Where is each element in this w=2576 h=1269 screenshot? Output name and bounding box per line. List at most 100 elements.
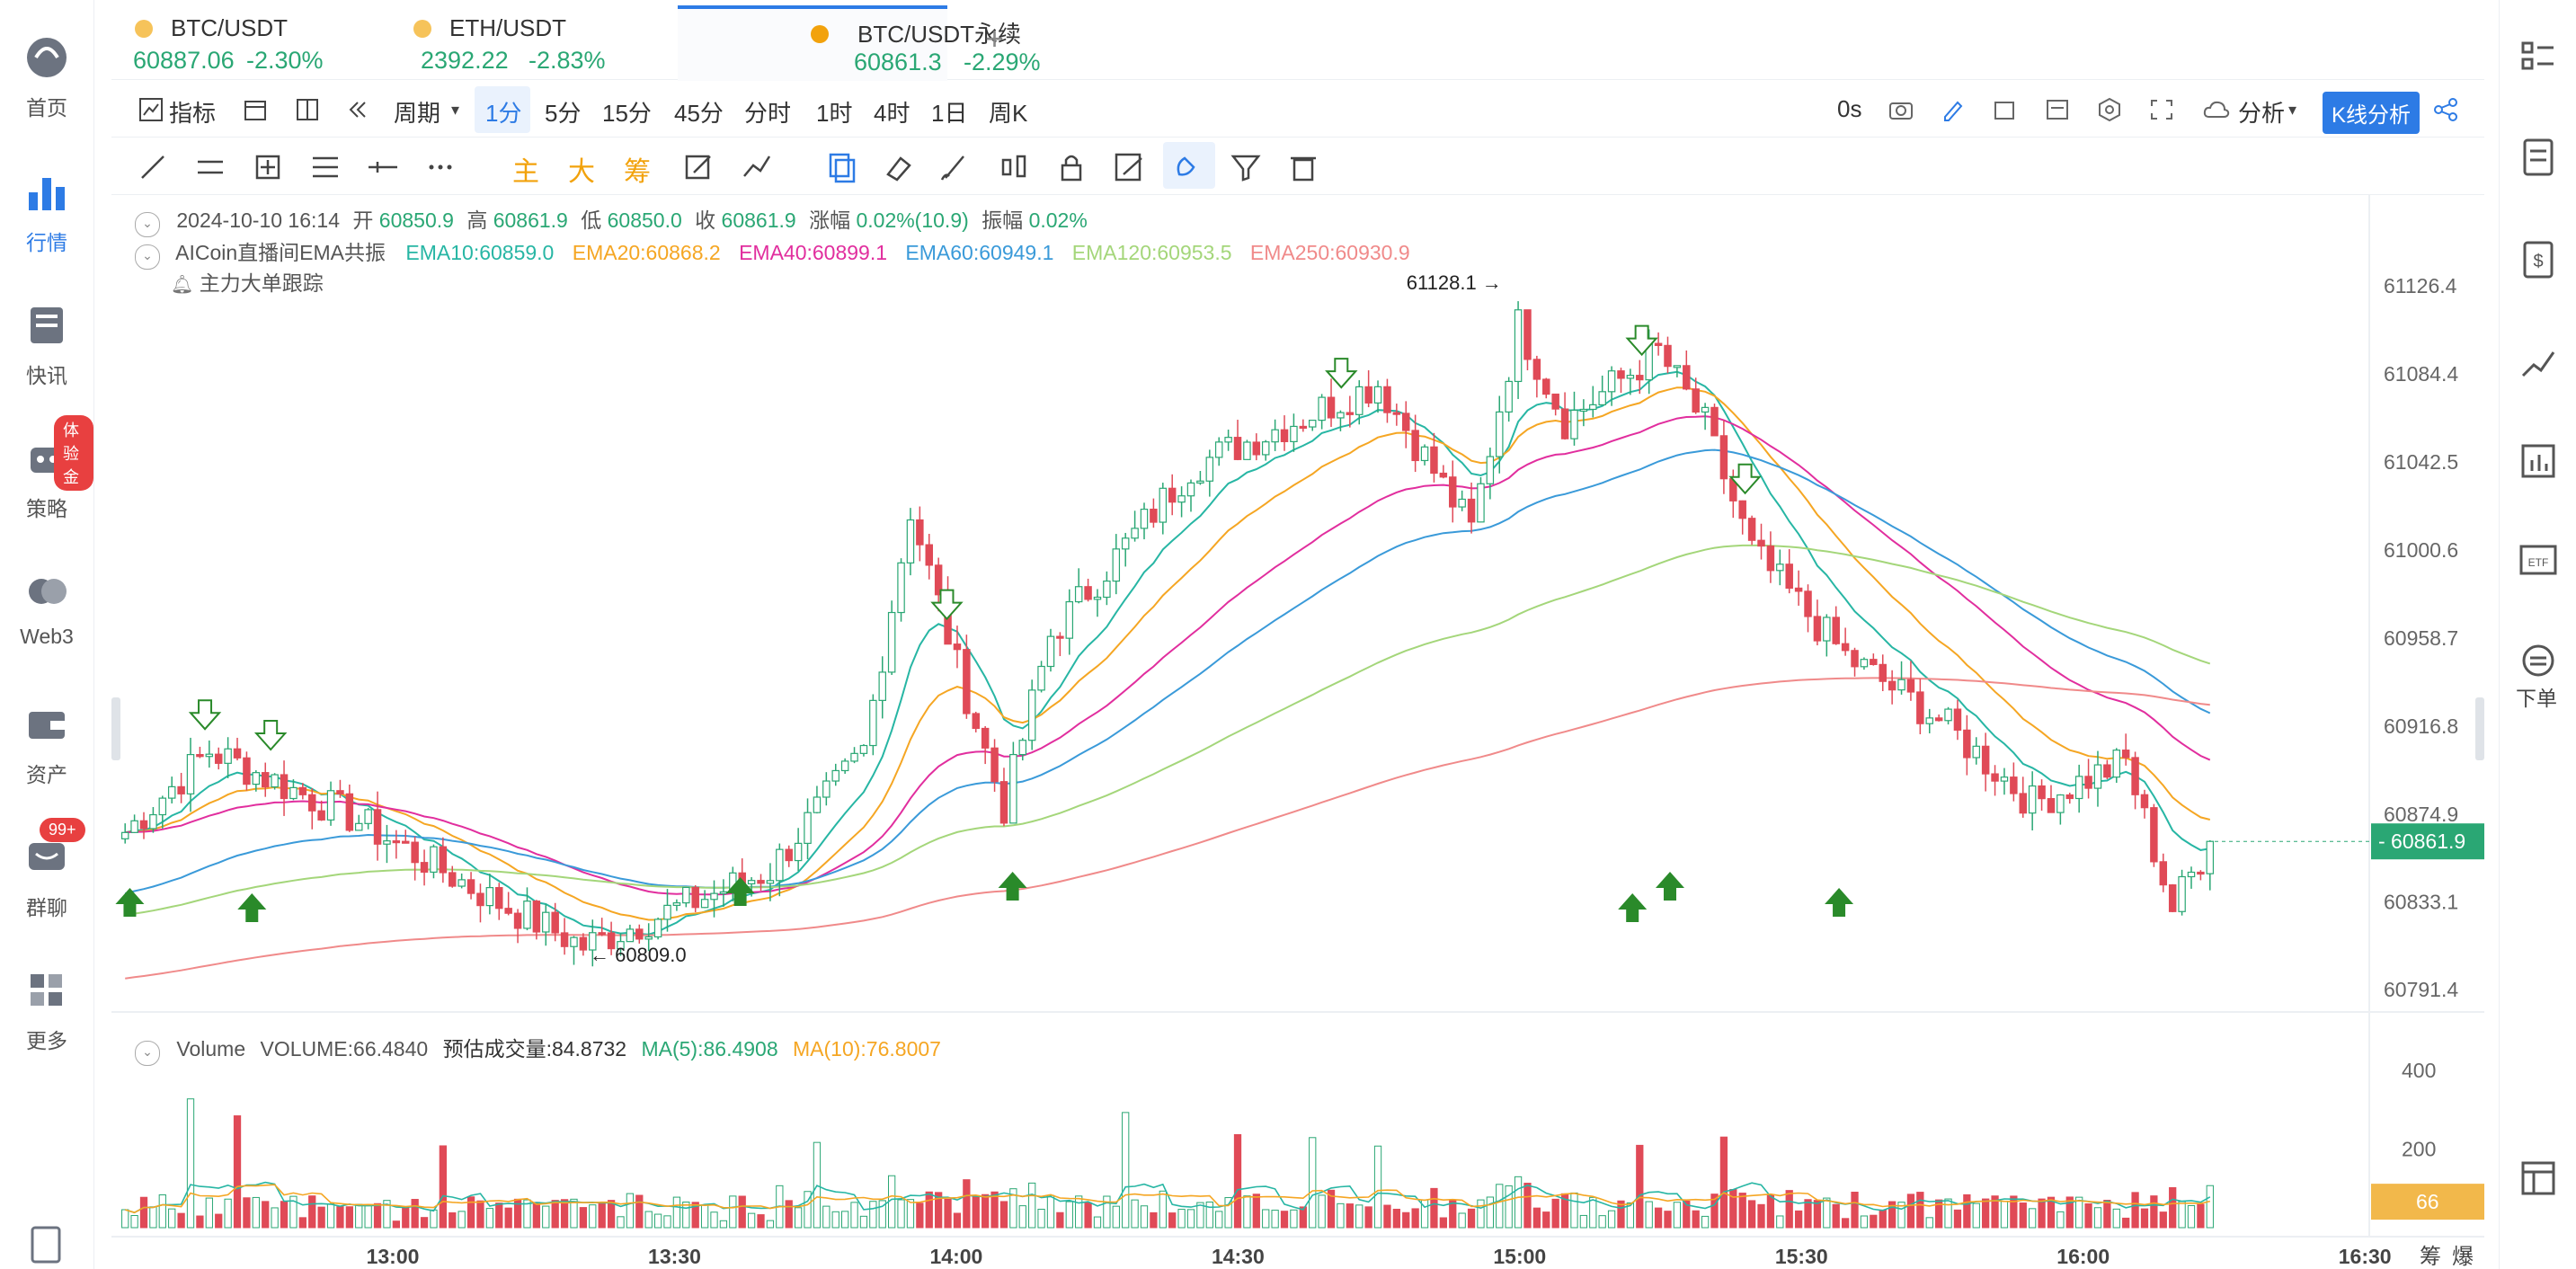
- chips-tool[interactable]: 筹: [624, 149, 651, 189]
- candle-body: [1776, 564, 1784, 572]
- order-icon[interactable]: [2518, 640, 2559, 681]
- more-icon[interactable]: [422, 149, 458, 185]
- volume-bar: [1122, 1112, 1130, 1229]
- candle-body: [972, 713, 981, 730]
- bottom-right-label[interactable]: 筹: [2420, 1245, 2441, 1269]
- candle-body: [1906, 679, 1915, 693]
- settings-icon[interactable]: [2096, 97, 2123, 122]
- copy-icon[interactable]: [823, 149, 859, 185]
- web3-icon: [29, 579, 67, 604]
- period-button[interactable]: 周期: [394, 95, 440, 129]
- candle-body: [167, 785, 176, 799]
- fib-icon[interactable]: [307, 149, 343, 185]
- volume-bar: [1673, 1202, 1682, 1229]
- volume-bar: [663, 1215, 671, 1229]
- kline-analysis-button[interactable]: K线分析: [2323, 92, 2421, 134]
- order-label[interactable]: 下单: [2516, 681, 2557, 712]
- dollar-icon[interactable]: $: [2518, 239, 2559, 280]
- nav-label-more: 更多: [26, 1029, 67, 1052]
- candle-body: [1318, 396, 1326, 422]
- candlestick-chart[interactable]: 61126.4 61084.4 61042.5 61000.6 60958.7 60916…: [111, 194, 2484, 1269]
- tab-btc-usdt[interactable]: BTC/USDT 60887.06 -2.30%: [111, 7, 381, 79]
- layout-icon[interactable]: [2518, 1158, 2559, 1199]
- nav-web3[interactable]: Web3: [0, 543, 93, 651]
- candle-body: [700, 899, 709, 909]
- candle-body: [663, 904, 671, 920]
- edit-icon[interactable]: [681, 149, 717, 185]
- calendar-icon[interactable]: [243, 97, 268, 122]
- notes-icon[interactable]: [2518, 137, 2559, 178]
- candle-body: [1664, 344, 1672, 368]
- nav-home[interactable]: 首页: [0, 9, 93, 120]
- bottom-right-label[interactable]: 爆: [2452, 1245, 2474, 1269]
- volume-bar: [1963, 1194, 1971, 1229]
- trend-icon[interactable]: [2518, 342, 2559, 383]
- interval-1h[interactable]: 1时: [816, 95, 852, 129]
- analysis-button[interactable]: 分析: [2238, 95, 2285, 129]
- candle-body: [1879, 663, 1887, 682]
- volume-bar: [1280, 1211, 1289, 1229]
- filter-icon[interactable]: [1228, 149, 1264, 185]
- volume-bar: [2178, 1201, 2186, 1229]
- bar-chart-icon[interactable]: [2518, 440, 2559, 482]
- interval-5m[interactable]: 5分: [545, 95, 581, 129]
- etf-icon[interactable]: ETF: [2518, 539, 2559, 581]
- parallel-lines-icon[interactable]: [192, 149, 228, 185]
- trendline-icon[interactable]: [135, 149, 171, 185]
- calculator-icon[interactable]: [2044, 97, 2071, 122]
- share-icon[interactable]: [2432, 97, 2459, 122]
- interval-1m[interactable]: 1分: [485, 95, 521, 129]
- trash-icon[interactable]: [1285, 149, 1321, 185]
- interval-45m[interactable]: 45分: [674, 95, 724, 129]
- path-tool-icon[interactable]: [739, 149, 775, 185]
- price-tick-label: 60791.4: [2384, 978, 2458, 1001]
- volume-bar: [1093, 1216, 1102, 1229]
- add-tab-icon[interactable]: +: [985, 20, 1004, 58]
- magnet-icon[interactable]: [1170, 149, 1206, 185]
- volume-bar: [139, 1196, 148, 1229]
- nav-assets[interactable]: 资产: [0, 676, 93, 786]
- indicator-button[interactable]: 指标: [169, 95, 216, 129]
- interval-15m[interactable]: 15分: [602, 95, 652, 129]
- window-icon[interactable]: [1992, 97, 2019, 122]
- eraser-icon[interactable]: [881, 149, 917, 185]
- volume-bar: [1870, 1214, 1878, 1229]
- volume-bar: [999, 1201, 1008, 1229]
- main-force-tool[interactable]: 主: [512, 149, 539, 189]
- pen-icon[interactable]: [1940, 97, 1967, 122]
- candle-tool-icon[interactable]: [996, 149, 1032, 185]
- brush-icon[interactable]: [938, 149, 974, 185]
- candle-body: [1944, 708, 1952, 722]
- measure-icon[interactable]: [250, 149, 286, 185]
- note-edit-icon[interactable]: [1111, 149, 1147, 185]
- big-order-tool[interactable]: 大: [568, 149, 595, 189]
- document-icon[interactable]: [27, 1226, 65, 1264]
- interval-4h[interactable]: 4时: [874, 95, 910, 129]
- volume-bar: [1701, 1215, 1710, 1229]
- interval-timeshare[interactable]: 分时: [744, 95, 791, 129]
- candle-body: [2197, 871, 2205, 875]
- fullscreen-icon[interactable]: [2148, 97, 2175, 122]
- volume-bar: [944, 1198, 952, 1229]
- replay-icon[interactable]: [345, 97, 370, 122]
- tab-btc-usdt-perp[interactable]: BTC/USDT永续 60861.3 -2.29%: [678, 5, 1041, 81]
- nav-news[interactable]: 快讯: [0, 277, 93, 387]
- candle-body: [598, 932, 606, 936]
- tab-eth-usdt[interactable]: ETH/USDT 2392.22 -2.83%: [390, 7, 660, 79]
- volume-bar: [439, 1145, 448, 1229]
- nav-more[interactable]: 更多: [0, 942, 93, 1052]
- candle-body: [233, 748, 242, 759]
- layout-split-icon[interactable]: [295, 97, 320, 122]
- volume-bar: [1252, 1194, 1260, 1229]
- nav-market[interactable]: 行情: [0, 144, 93, 254]
- lock-icon[interactable]: [1053, 149, 1089, 185]
- interval-1d[interactable]: 1日: [931, 95, 967, 129]
- interval-week[interactable]: 周K: [989, 95, 1027, 129]
- volume-bar: [2206, 1185, 2214, 1229]
- horizontal-line-icon[interactable]: [365, 149, 401, 185]
- camera-icon[interactable]: [1888, 97, 1914, 122]
- list-icon[interactable]: [2518, 36, 2559, 77]
- sell-signal-arrow: [253, 720, 288, 751]
- volume-bar: [682, 1202, 690, 1229]
- cloud-icon[interactable]: [2202, 97, 2231, 122]
